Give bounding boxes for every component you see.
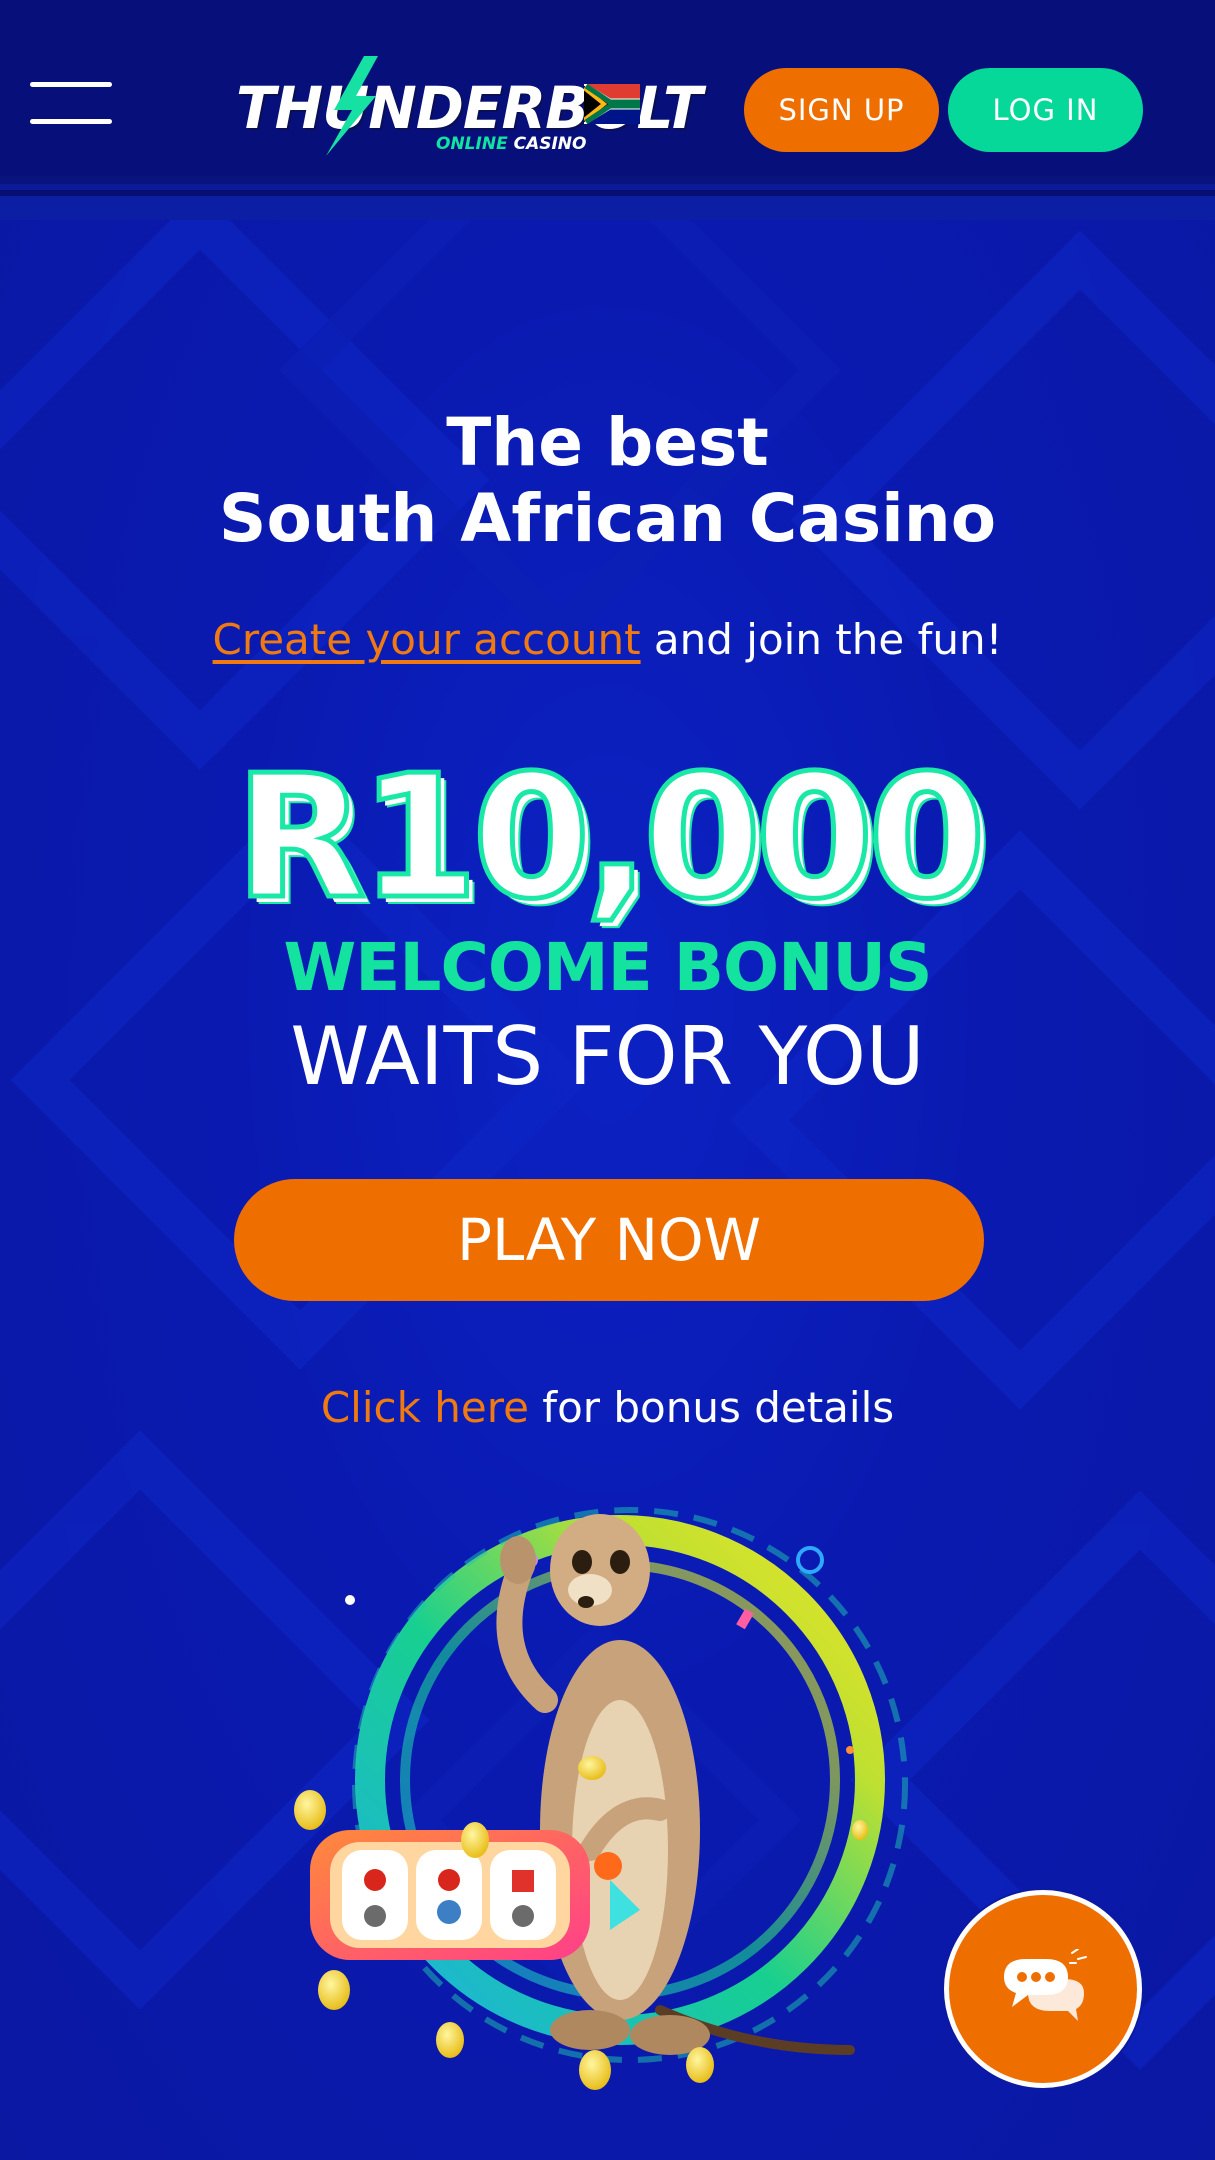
page-title: The best South African Casino	[0, 405, 1215, 557]
chat-bubbles-icon	[1004, 1949, 1087, 2021]
logo-subtext-casino: CASINO	[513, 134, 587, 154]
site-header: THUNDERBOLT ONLINE CASINO SIGN UP LOG IN	[0, 0, 1215, 182]
header-divider	[0, 176, 1215, 220]
bonus-details-text: for bonus details	[528, 1383, 895, 1432]
thunderbolt-logo[interactable]: THUNDERBOLT ONLINE CASINO	[236, 56, 703, 156]
chat-button[interactable]	[944, 1890, 1142, 2088]
bonus-amount: R10,000	[233, 739, 989, 937]
logo-subtext: ONLINE CASINO	[436, 134, 587, 154]
menu-line	[30, 119, 112, 124]
menu-line	[30, 82, 112, 87]
subtitle-text: and join the fun!	[640, 615, 1003, 664]
waits-for-you-text: WAITS FOR YOU	[290, 1010, 925, 1103]
login-button[interactable]: LOG IN	[948, 68, 1143, 152]
create-account-prompt: Create your account and join the fun!	[0, 612, 1215, 668]
hamburger-menu-icon[interactable]	[30, 82, 112, 126]
logo-subtext-online: ONLINE	[436, 134, 508, 154]
south-africa-flag-icon	[584, 84, 640, 124]
lightning-bolt-icon	[326, 56, 378, 156]
title-line-2: South African Casino	[218, 480, 997, 557]
welcome-bonus-heading: WELCOME BONUS	[283, 929, 933, 1006]
meerkat-slot-machine-illustration	[294, 1507, 908, 2090]
title-line-1: The best	[446, 404, 769, 481]
create-account-link[interactable]: Create your account	[213, 615, 641, 664]
signup-button[interactable]: SIGN UP	[744, 68, 939, 152]
bonus-details-prompt: Click here for bonus details	[0, 1380, 1215, 1436]
play-now-button[interactable]: PLAY NOW	[234, 1179, 984, 1301]
bonus-details-link[interactable]: Click here	[321, 1383, 529, 1432]
